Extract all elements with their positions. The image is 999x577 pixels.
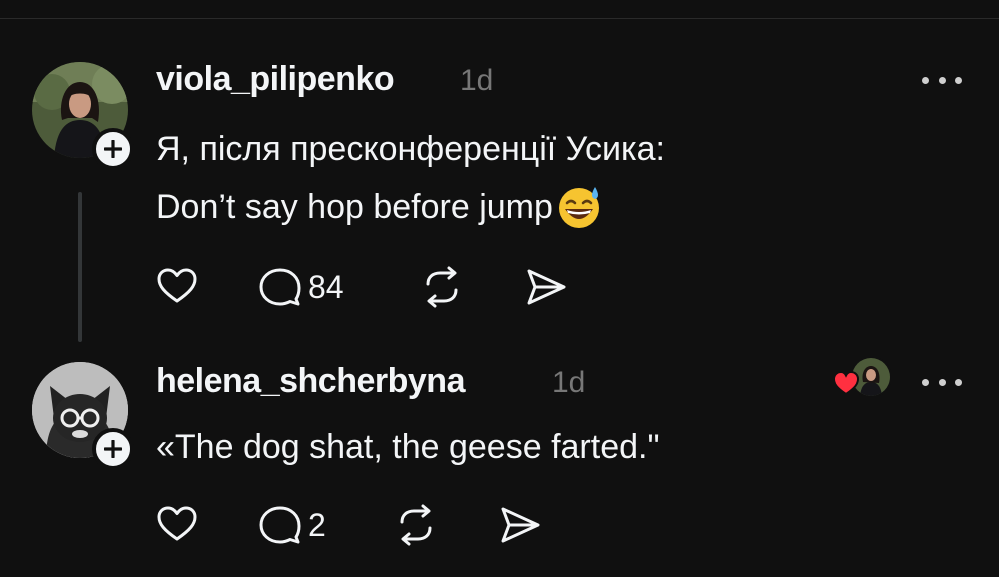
heart-icon bbox=[157, 506, 197, 541]
heart-icon bbox=[157, 268, 197, 303]
heart-filled-icon bbox=[832, 370, 860, 396]
comment-icon bbox=[259, 268, 301, 306]
sweat-smile-emoji-icon bbox=[558, 187, 599, 228]
follow-button[interactable] bbox=[92, 128, 134, 170]
like-button[interactable] bbox=[156, 504, 198, 546]
post-text-line: Don’t say hop before jump bbox=[156, 188, 553, 226]
plus-icon bbox=[104, 440, 122, 458]
repost-icon bbox=[426, 266, 458, 308]
timestamp[interactable]: 1d bbox=[460, 64, 493, 98]
plus-icon bbox=[104, 140, 122, 158]
reply-button[interactable]: 84 bbox=[258, 266, 344, 308]
thread-line bbox=[78, 192, 82, 342]
post-text: Я, після пресконференції Усика: Don’t sa… bbox=[156, 120, 665, 236]
reply-count: 2 bbox=[308, 506, 326, 543]
follow-button[interactable] bbox=[92, 428, 134, 470]
comment-icon bbox=[259, 506, 301, 544]
share-button[interactable] bbox=[524, 266, 568, 308]
username[interactable]: viola_pilipenko bbox=[156, 60, 395, 99]
like-button[interactable] bbox=[156, 266, 198, 308]
top-divider bbox=[0, 18, 999, 19]
post-text-line: «The dog shat, the geese farted." bbox=[156, 428, 660, 466]
share-button[interactable] bbox=[498, 504, 542, 546]
username[interactable]: helena_shcherbyna bbox=[156, 362, 465, 401]
repost-button[interactable] bbox=[420, 266, 464, 308]
more-icon[interactable] bbox=[922, 70, 962, 90]
repost-button[interactable] bbox=[394, 504, 438, 546]
reply-count: 84 bbox=[308, 268, 344, 305]
post-text-line: Я, після пресконференції Усика: bbox=[156, 130, 665, 168]
repost-icon bbox=[400, 504, 432, 546]
more-icon[interactable] bbox=[922, 372, 962, 392]
timestamp[interactable]: 1d bbox=[552, 366, 585, 400]
send-icon bbox=[527, 269, 566, 305]
post-text: «The dog shat, the geese farted." bbox=[156, 418, 660, 476]
send-icon bbox=[501, 507, 540, 543]
reply-button[interactable]: 2 bbox=[258, 504, 326, 546]
liked-by-author[interactable] bbox=[832, 356, 892, 400]
